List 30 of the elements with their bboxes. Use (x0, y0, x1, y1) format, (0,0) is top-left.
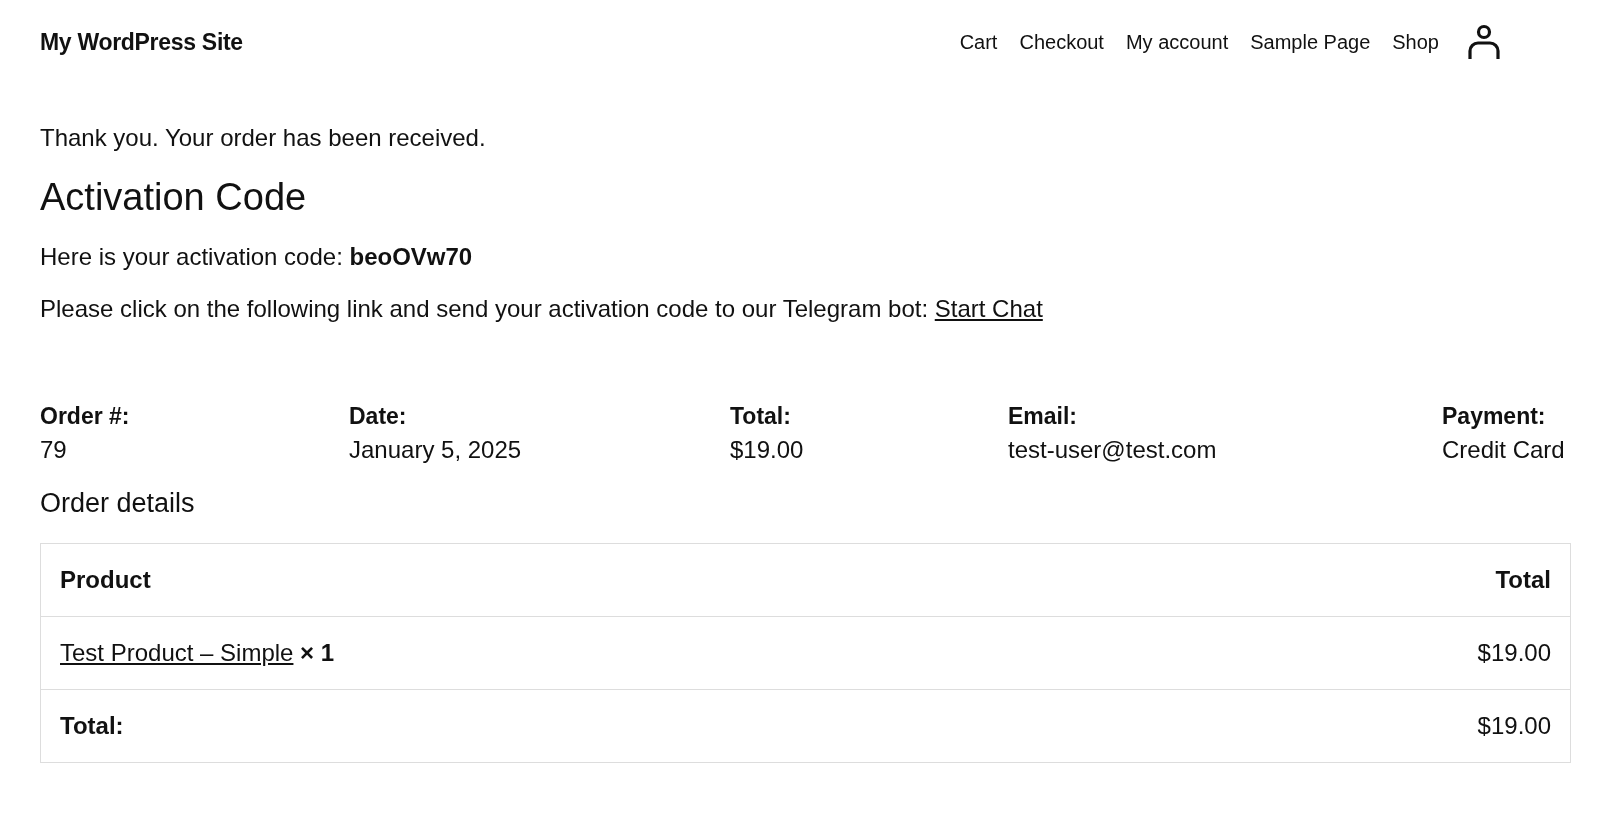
column-header: Product (40, 543, 1168, 617)
table-cell: $19.00 (1167, 689, 1571, 763)
section-heading: Activation Code (40, 176, 308, 219)
nav-link[interactable]: Shop (1392, 30, 1439, 54)
order-details-title: Order details (40, 488, 196, 519)
order-received-notice: Thank you. Your order has been received. (40, 124, 487, 152)
overview-value: January 5, 2025 (349, 436, 523, 464)
telegram-instruction-text: Please click on the following link and send your activation code to our Telegram bot: Start Chat (40, 295, 1044, 323)
overview-label: Total: (730, 403, 792, 430)
site-title[interactable]: My WordPress Site (40, 28, 243, 56)
row-header: Total: (40, 689, 1168, 763)
product-quantity: × 1 (300, 639, 335, 666)
column-header: Total (1167, 543, 1571, 617)
table-cell: $19.00 (1167, 616, 1571, 690)
activation-code-text: Here is your activation code: beoOVw70 (40, 243, 474, 271)
overview-value: Credit Card (1442, 436, 1566, 464)
product-link[interactable]: Test Product – Simple (60, 639, 294, 666)
nav-link[interactable]: Checkout (1019, 30, 1104, 54)
overview-value: $19.00 (730, 436, 805, 464)
overview-label: Date: (349, 403, 408, 430)
overview-value: 79 (40, 436, 68, 464)
user-account-icon[interactable] (1467, 24, 1501, 60)
overview-label: Order #: (40, 403, 131, 430)
overview-label: Email: (1008, 403, 1079, 430)
nav-link[interactable]: My account (1125, 30, 1229, 54)
start-chat-link[interactable]: Start Chat (934, 295, 1043, 322)
overview-value: test-user@test.com (1008, 436, 1218, 464)
nav-link[interactable]: Sample Page (1250, 30, 1371, 54)
nav-link[interactable]: Cart (959, 30, 998, 54)
overview-label: Payment: (1442, 403, 1547, 430)
